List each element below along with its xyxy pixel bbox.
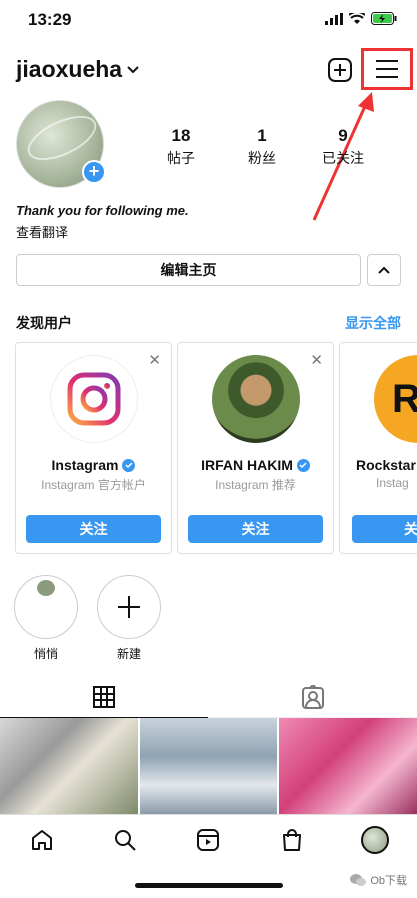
new-highlight-button[interactable]: 新建	[96, 575, 162, 662]
follow-button[interactable]: 关注	[188, 515, 323, 543]
edit-profile-button[interactable]: 编辑主页	[16, 254, 361, 286]
card-subtitle: Instagram 官方帐户	[41, 478, 146, 492]
tagged-user-icon	[302, 685, 324, 709]
story-highlight[interactable]: 悄悄	[13, 575, 79, 662]
shopping-bag-icon	[282, 828, 301, 851]
home-icon	[31, 829, 52, 850]
follow-button[interactable]: 关	[352, 515, 417, 543]
tab-grid[interactable]	[0, 676, 208, 718]
verified-badge-icon	[296, 458, 310, 472]
annotation-highlight-box	[361, 48, 413, 90]
account-switcher[interactable]: jiaoxueha	[16, 56, 140, 83]
wechat-icon	[350, 873, 367, 886]
profile-avatar[interactable]: +	[16, 100, 106, 188]
nav-search[interactable]	[107, 822, 143, 858]
stat-posts[interactable]: 18 帖子	[141, 126, 221, 168]
posts-label: 帖子	[167, 150, 195, 166]
plus-icon	[97, 575, 161, 639]
add-story-icon[interactable]: +	[82, 160, 106, 184]
grid-icon	[93, 685, 115, 708]
nav-shop[interactable]	[274, 822, 310, 858]
followers-label: 粉丝	[248, 150, 276, 166]
bio: Thank you for following me.	[16, 203, 189, 218]
battery-charging-icon	[371, 12, 397, 25]
dismiss-icon[interactable]: ✕	[148, 351, 161, 369]
following-count: 9	[338, 126, 348, 145]
card-name: Rockstar	[356, 457, 416, 473]
instagram-icon	[67, 372, 121, 426]
home-indicator[interactable]	[135, 883, 283, 888]
watermark-text: Ob下载	[370, 875, 407, 887]
see-translation-link[interactable]: 查看翻译	[16, 222, 68, 241]
post-thumbnail[interactable]	[139, 718, 278, 814]
search-icon	[115, 829, 136, 851]
reels-icon	[197, 828, 220, 851]
posts-count: 18	[171, 126, 191, 145]
signal-icon	[325, 12, 343, 25]
suggestion-card[interactable]: ✕ IRFAN HAKIM Instagram 推荐 关注	[177, 342, 334, 554]
wifi-icon	[349, 12, 365, 24]
discover-people-title: 发现用户	[16, 315, 72, 331]
instagram-logo	[50, 355, 138, 443]
card-subtitle: Instagram 推荐	[215, 478, 296, 492]
profile-avatar-icon	[361, 825, 390, 854]
new-post-button[interactable]	[324, 54, 356, 86]
post-thumbnail[interactable]	[279, 718, 417, 814]
nav-profile[interactable]	[357, 822, 393, 858]
user-avatar	[212, 355, 300, 443]
verified-badge-icon	[122, 458, 136, 472]
highlight-label: 新建	[116, 647, 141, 661]
status-time: 13:29	[28, 10, 72, 29]
suggestion-card[interactable]: R Rockstar Instag 关	[339, 342, 417, 554]
chevron-down-icon	[127, 65, 139, 73]
card-name: IRFAN HAKIM	[178, 457, 333, 473]
nav-home[interactable]	[24, 822, 60, 858]
card-name: Instagram	[16, 457, 171, 473]
rockstar-logo: R	[374, 355, 417, 443]
stat-following[interactable]: 9 已关注	[303, 126, 383, 168]
card-subtitle: Instag	[376, 476, 409, 490]
highlight-cover	[14, 575, 78, 639]
bottom-navigation	[0, 814, 417, 864]
status-icons	[325, 12, 397, 25]
tab-tagged[interactable]	[209, 676, 417, 718]
chevron-up-icon	[378, 266, 390, 274]
following-label: 已关注	[322, 150, 364, 166]
posts-grid	[0, 718, 417, 814]
see-all-link[interactable]: 显示全部	[345, 313, 401, 333]
suggestions-toggle-button[interactable]	[367, 254, 401, 286]
profile-tabs	[0, 676, 417, 718]
watermark: Ob下载	[350, 872, 407, 888]
follow-button[interactable]: 关注	[26, 515, 161, 543]
followers-count: 1	[257, 126, 267, 145]
suggestion-card[interactable]: ✕ Instagram Instagram 官方帐户 关注	[15, 342, 172, 554]
dismiss-icon[interactable]: ✕	[310, 351, 323, 369]
stat-followers[interactable]: 1 粉丝	[222, 126, 302, 168]
nav-reels[interactable]	[190, 822, 226, 858]
plus-square-icon	[328, 58, 352, 82]
username: jiaoxueha	[16, 56, 123, 82]
post-thumbnail[interactable]	[0, 718, 138, 814]
highlight-label: 悄悄	[33, 647, 58, 661]
